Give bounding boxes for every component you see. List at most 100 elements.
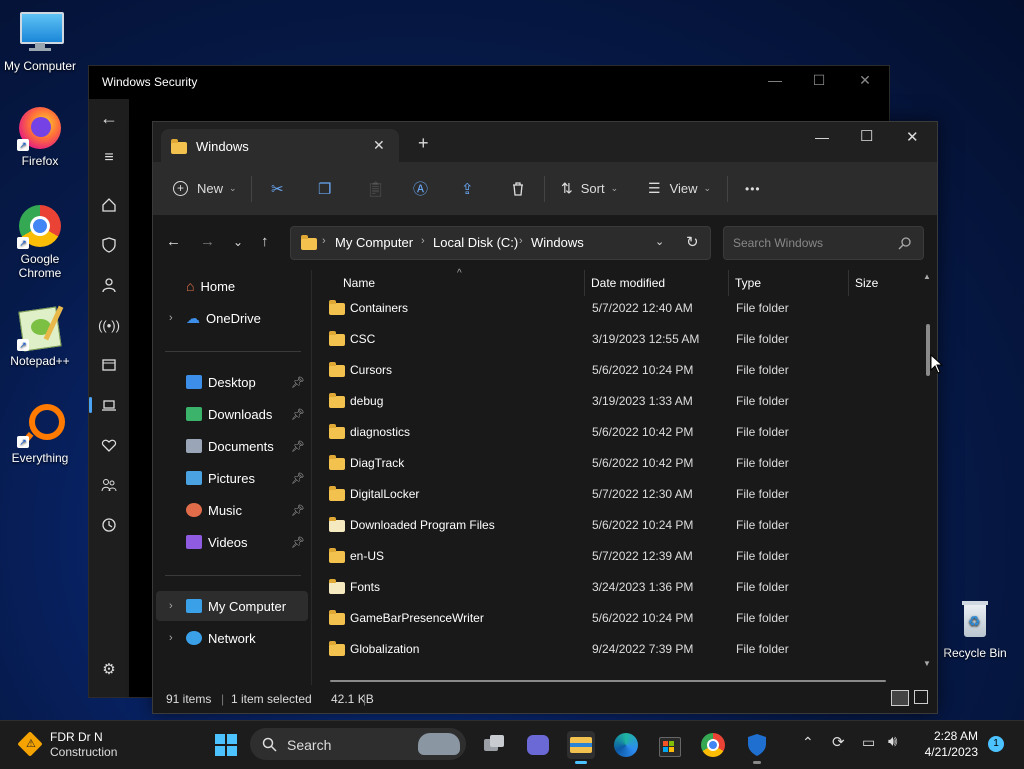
weather-subtitle[interactable]: Construction — [50, 745, 117, 759]
paste-button[interactable]: 📋︎ — [366, 162, 385, 215]
task-view-button[interactable] — [480, 731, 508, 759]
close-window-button[interactable]: ✕ — [906, 128, 919, 146]
close-tab-icon[interactable]: ✕ — [373, 137, 385, 154]
recent-locations-button[interactable]: ⌄ — [233, 235, 243, 249]
back-arrow-icon[interactable]: ← — [89, 106, 129, 130]
breadcrumb[interactable]: › My Computer › Local Disk (C:) › Window… — [290, 226, 711, 260]
store-icon[interactable] — [655, 731, 683, 759]
family-icon[interactable] — [89, 473, 129, 497]
scroll-down-arrow[interactable]: ▼ — [923, 659, 931, 668]
more-options-button[interactable]: ••• — [745, 162, 761, 215]
desktop-icon-my-computer[interactable]: My Computer — [0, 10, 80, 73]
table-row[interactable]: Cursors 5/6/2022 10:24 PM File folder — [324, 355, 914, 386]
app-browser-icon[interactable] — [89, 353, 129, 377]
column-header-size[interactable]: Size — [855, 276, 878, 290]
new-tab-button[interactable]: + — [418, 133, 429, 154]
nav-desktop[interactable]: Desktop 📌︎ — [156, 367, 308, 397]
volume-icon[interactable]: 🔊︎ — [888, 733, 897, 750]
home-icon[interactable] — [89, 193, 129, 217]
copy-button[interactable]: ❐ — [318, 162, 331, 215]
table-row[interactable]: debug 3/19/2023 1:33 AM File folder — [324, 386, 914, 417]
search-input[interactable]: Search Windows — [723, 226, 924, 260]
gear-icon[interactable]: ⚙ — [89, 657, 129, 681]
details-view-button[interactable] — [891, 690, 909, 706]
horizontal-scrollbar-thumb[interactable] — [330, 680, 886, 682]
chevron-right-icon[interactable]: › — [169, 312, 173, 324]
nav-my-computer[interactable]: › My Computer — [156, 591, 308, 621]
tiles-view-button[interactable] — [914, 690, 928, 704]
table-row[interactable]: Fonts 3/24/2023 1:36 PM File folder — [324, 572, 914, 603]
desktop-icon-notepadpp[interactable]: ↗ Notepad++ — [0, 305, 80, 368]
table-row[interactable]: Containers 5/7/2022 12:40 AM File folder — [324, 293, 914, 324]
desktop-icon-everything[interactable]: ↗ Everything — [0, 402, 80, 465]
new-button[interactable]: + New ⌄ — [173, 162, 237, 215]
cut-button[interactable]: ✂ — [271, 162, 284, 215]
notification-badge[interactable]: 1 — [988, 736, 1004, 752]
chevron-down-icon[interactable]: ⌄ — [655, 235, 664, 248]
taskbar-search[interactable]: Search — [250, 728, 466, 760]
laptop-icon[interactable] — [89, 393, 129, 417]
chrome-icon[interactable] — [699, 731, 727, 759]
maximize-button[interactable]: ☐ — [860, 127, 873, 145]
table-row[interactable]: GameBarPresenceWriter 5/6/2022 10:24 PM Fi… — [324, 603, 914, 634]
delete-button[interactable] — [510, 162, 526, 215]
view-button[interactable]: ☰ View ⌄ — [648, 162, 711, 215]
clock-time[interactable]: 2:28 AM — [918, 729, 978, 743]
edge-icon[interactable] — [612, 731, 640, 759]
teams-chat-icon[interactable] — [524, 731, 552, 759]
rename-button[interactable]: Ⓐ — [413, 162, 428, 215]
chevron-right-icon[interactable]: › — [169, 600, 173, 612]
hamburger-icon[interactable]: ≡ — [89, 146, 129, 170]
table-row[interactable]: en-US 5/7/2022 12:39 AM File folder — [324, 541, 914, 572]
network-status-icon[interactable]: ▭ — [862, 734, 875, 751]
refresh-icon[interactable]: ↻ — [686, 233, 699, 251]
start-button[interactable] — [212, 731, 240, 759]
column-header-name[interactable]: Name — [343, 276, 375, 290]
breadcrumb-my-computer[interactable]: My Computer — [335, 235, 413, 250]
history-icon[interactable] — [89, 513, 129, 537]
wireless-icon[interactable]: ((•)) — [89, 313, 129, 337]
desktop-icon-firefox[interactable]: ↗ Firefox — [0, 105, 80, 168]
breadcrumb-local-disk[interactable]: Local Disk (C:) — [433, 235, 518, 250]
show-hidden-icons-chevron[interactable]: ⌃ — [802, 734, 814, 751]
column-header-date[interactable]: Date modified — [591, 276, 665, 290]
nav-documents[interactable]: Documents 📌︎ — [156, 431, 308, 461]
nav-downloads[interactable]: Downloads 📌︎ — [156, 399, 308, 429]
maximize-button[interactable]: ☐ — [809, 72, 829, 89]
windows-security-taskbar-icon[interactable] — [743, 731, 771, 764]
nav-music[interactable]: Music 📌︎ — [156, 495, 308, 525]
column-header-type[interactable]: Type — [735, 276, 761, 290]
table-row[interactable]: CSC 3/19/2023 12:55 AM File folder — [324, 324, 914, 355]
minimize-button[interactable]: — — [765, 72, 785, 88]
sync-icon[interactable]: ⟳ — [832, 733, 845, 751]
table-row[interactable]: DigitalLocker 5/7/2022 12:30 AM File folde… — [324, 479, 914, 510]
table-row[interactable]: diagnostics 5/6/2022 10:42 PM File folder — [324, 417, 914, 448]
tab-windows[interactable]: Windows ✕ — [161, 129, 399, 162]
heart-icon[interactable] — [89, 433, 129, 457]
table-row[interactable]: Globalization 9/24/2022 7:39 PM File folde… — [324, 634, 914, 665]
chevron-right-icon[interactable]: › — [169, 632, 173, 644]
close-button[interactable]: ✕ — [855, 72, 875, 89]
forward-button[interactable]: → — [200, 233, 215, 250]
nav-onedrive[interactable]: › ☁ OneDrive — [156, 303, 308, 333]
nav-pictures[interactable]: Pictures 📌︎ — [156, 463, 308, 493]
nav-home[interactable]: ⌂ Home — [156, 271, 308, 301]
person-icon[interactable] — [89, 273, 129, 297]
desktop-icon-chrome[interactable]: ↗ Google Chrome — [0, 203, 80, 280]
file-explorer-taskbar-icon[interactable] — [567, 731, 595, 764]
clock-date[interactable]: 4/21/2023 — [910, 745, 978, 759]
weather-title[interactable]: FDR Dr N — [50, 730, 103, 744]
shield-icon[interactable] — [89, 233, 129, 257]
table-row[interactable]: DiagTrack 5/6/2022 10:42 PM File folder — [324, 448, 914, 479]
table-row[interactable]: Downloaded Program Files 5/6/2022 10:24 P… — [324, 510, 914, 541]
minimize-button[interactable]: — — [815, 129, 829, 145]
scroll-up-arrow[interactable]: ▲ — [923, 272, 931, 281]
weather-widget-icon[interactable]: ⚠ — [17, 731, 43, 757]
sort-button[interactable]: ⇅ Sort ⌄ — [561, 162, 618, 215]
back-button[interactable]: ← — [166, 233, 181, 250]
share-button[interactable]: ⇪ — [461, 162, 474, 215]
nav-network[interactable]: › Network — [156, 623, 308, 653]
breadcrumb-windows[interactable]: Windows — [531, 235, 584, 250]
nav-videos[interactable]: Videos 📌︎ — [156, 527, 308, 557]
desktop-icon-recycle-bin[interactable]: ♻ Recycle Bin — [935, 597, 1015, 660]
